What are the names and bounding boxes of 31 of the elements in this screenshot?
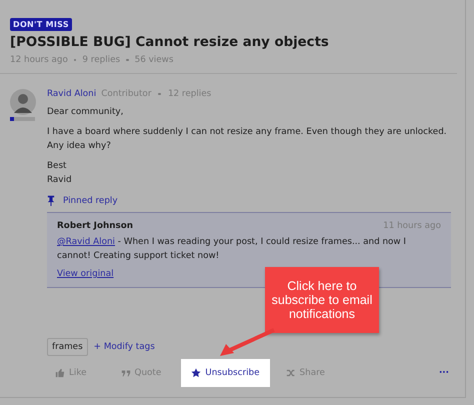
view-original-link[interactable]: View original xyxy=(57,269,114,279)
post-paragraph: Best Ravid xyxy=(47,160,73,187)
meta-text: 56 views xyxy=(134,55,174,65)
post-paragraph: Dear community, xyxy=(47,106,124,119)
post-title: [POSSIBLE BUG] Cannot resize any objects xyxy=(10,35,330,50)
subscribe-button[interactable]: Unsubscribe xyxy=(181,359,270,387)
shuffle-icon xyxy=(286,368,296,378)
reply-time: 11 hours ago xyxy=(383,221,441,231)
more-button[interactable]: ··· xyxy=(430,360,457,386)
thumbs-up-icon xyxy=(55,368,65,378)
modify-tags-link[interactable]: + Modify tags xyxy=(94,342,155,352)
reply-count: 12 replies xyxy=(168,89,212,99)
author-link[interactable]: Ravid Aloni xyxy=(47,89,96,99)
separator-dot xyxy=(126,58,129,62)
reply-author: Robert Johnson xyxy=(57,221,134,231)
tag-chip[interactable]: frames xyxy=(47,338,88,356)
badge: DON'T MISS xyxy=(10,18,72,31)
meta-text: 9 replies xyxy=(82,55,120,65)
separator-dot xyxy=(74,58,76,62)
quote-icon xyxy=(120,368,131,378)
avatar xyxy=(10,89,36,115)
separator-dot xyxy=(158,92,161,96)
star-icon xyxy=(191,368,202,378)
meta-text: 12 hours ago xyxy=(10,55,68,65)
role-label: Contributor xyxy=(101,89,152,99)
reply-text: @Ravid Aloni - When I was reading your post, I could resize frames... and now I cannot! Creating support ticket now! xyxy=(57,236,408,263)
pinned-label: Pinned reply xyxy=(63,196,118,206)
post-paragraph: I have a board where suddenly I can not resize any frame. Even though they are unlocked. Any idea why? xyxy=(47,126,448,153)
pin-icon xyxy=(47,195,55,206)
callout-box: Click here to subscribe to email notifications xyxy=(265,267,379,333)
mention-link[interactable]: @Ravid Aloni xyxy=(57,237,116,247)
